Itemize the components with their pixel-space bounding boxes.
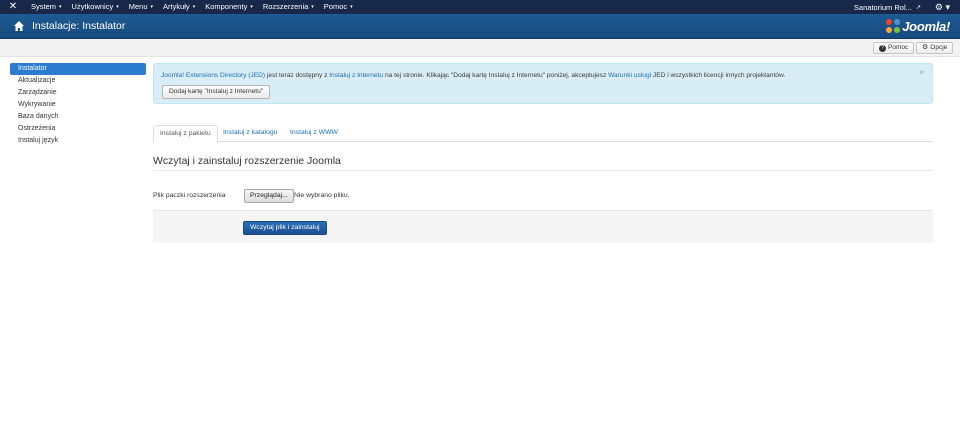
- install-tabs: Instaluj z pakietu Instaluj z katalogu I…: [153, 125, 933, 143]
- alert-text-part: jest teraz dostępny z: [265, 72, 330, 79]
- sidebar-item-warnings[interactable]: Ostrzeżenia: [10, 123, 146, 135]
- tab-install-from-url[interactable]: Instaluj z WWW: [284, 125, 344, 142]
- menu-label: System: [31, 2, 57, 11]
- chevron-down-icon: ▾: [311, 4, 314, 10]
- sidebar-item-database[interactable]: Baza danych: [10, 111, 146, 123]
- add-install-from-web-tab-button[interactable]: Dodaj kartę "Instaluj z Internetu": [162, 85, 271, 99]
- gear-icon: ⚙: [922, 44, 929, 51]
- sidebar-item-updates[interactable]: Aktualizacje: [10, 75, 146, 87]
- sidebar-item-install-languages[interactable]: Instaluj język: [10, 135, 146, 147]
- chevron-down-icon: ▾: [150, 4, 154, 10]
- joomla-logo-icon: [886, 19, 901, 33]
- install-from-web-link[interactable]: Instaluj z Internetu: [329, 72, 383, 79]
- menu-label: Artykuły: [163, 2, 190, 11]
- question-circle-icon: ?: [879, 44, 886, 52]
- alert-text-part: JED i wszystkich licencji innych projekt…: [651, 72, 786, 79]
- top-navbar: ✕ System ▾ Użytkownicy ▾ Menu ▾ Artykuły ▾ K…: [0, 0, 960, 14]
- chevron-down-icon: ▾: [116, 4, 119, 10]
- menu-extensions[interactable]: Rozszerzenia ▾: [263, 0, 314, 14]
- package-file-label: Plik paczki rozszerzenia: [153, 192, 226, 199]
- menu-label: Komponenty: [205, 2, 248, 11]
- site-link[interactable]: Sanatorium Rol...: [854, 3, 912, 12]
- sidebar-item-discover[interactable]: Wykrywanie: [10, 99, 146, 111]
- help-button[interactable]: ? Pomoc: [873, 42, 915, 54]
- joomla-logo: Joomla!: [886, 18, 950, 34]
- help-button-label: Pomoc: [888, 44, 909, 51]
- toolbar: ? Pomoc ⚙ Opcje: [0, 39, 960, 57]
- chevron-down-icon: ▾: [59, 4, 62, 10]
- navbar-right: Sanatorium Rol... ↗ ⚙ ▾: [854, 0, 950, 14]
- options-button-label: Opcje: [930, 44, 948, 51]
- chevron-down-icon: ▾: [350, 4, 353, 10]
- close-icon[interactable]: ×: [919, 68, 924, 77]
- jed-info-alert: Joomla! Extensions Directory (JED) jest …: [153, 63, 933, 104]
- menu-users[interactable]: Użytkownicy ▾: [72, 0, 119, 14]
- file-status-text: Nie wybrano pliku.: [294, 192, 350, 199]
- sidebar: Instalator Aktualizacje Zarządzanie Wykr…: [10, 63, 146, 147]
- menu-articles[interactable]: Artykuły ▾: [163, 0, 195, 14]
- jed-link[interactable]: Joomla! Extensions Directory (JED): [161, 72, 265, 79]
- menu-help[interactable]: Pomoc ▾: [324, 0, 353, 14]
- menu-label: Pomoc: [323, 2, 348, 11]
- menu-system[interactable]: System ▾: [31, 0, 62, 14]
- page-header: Instalacje: Instalator Joomla!: [0, 14, 960, 39]
- external-link-icon: ↗: [915, 4, 921, 11]
- form-actions: Wczytaj plik i zainstaluj: [153, 210, 933, 243]
- menu-label: Menu: [128, 2, 148, 11]
- tab-install-from-folder[interactable]: Instaluj z katalogu: [217, 125, 283, 142]
- alert-text-part: na tej stronie. Klikając "Dodaj kartę In…: [383, 72, 609, 79]
- user-settings-icon[interactable]: ⚙ ▾: [935, 0, 950, 14]
- tab-install-from-package[interactable]: Instaluj z pakietu: [153, 125, 218, 143]
- sidebar-item-manage[interactable]: Zarządzanie: [10, 87, 146, 99]
- chevron-down-icon: ▾: [250, 4, 253, 10]
- joomla-icon[interactable]: ✕: [8, 2, 18, 12]
- menu-label: Rozszerzenia: [262, 2, 309, 11]
- options-button[interactable]: ⚙ Opcje: [916, 42, 954, 54]
- home-icon: [14, 21, 24, 31]
- brand-name: Joomla!: [902, 18, 950, 34]
- section-title: Wczytaj i zainstaluj rozszerzenie Joomla: [153, 155, 341, 167]
- menu-components[interactable]: Komponenty ▾: [205, 0, 253, 14]
- alert-message: Joomla! Extensions Directory (JED) jest …: [161, 72, 785, 79]
- terms-of-service-link[interactable]: Warunki usługi: [608, 72, 651, 79]
- upload-and-install-button[interactable]: Wczytaj plik i zainstaluj: [243, 221, 327, 235]
- page-title: Instalacje: Instalator: [32, 20, 126, 32]
- menu-menu[interactable]: Menu ▾: [129, 0, 153, 14]
- chevron-down-icon: ▾: [192, 4, 196, 10]
- sidebar-item-installer[interactable]: Instalator: [10, 63, 146, 75]
- main-menu: System ▾ Użytkownicy ▾ Menu ▾ Artykuły ▾ Kom…: [31, 0, 363, 14]
- browse-file-button[interactable]: Przeglądaj...: [244, 189, 294, 203]
- menu-label: Użytkownicy: [71, 2, 114, 11]
- divider: [153, 170, 933, 171]
